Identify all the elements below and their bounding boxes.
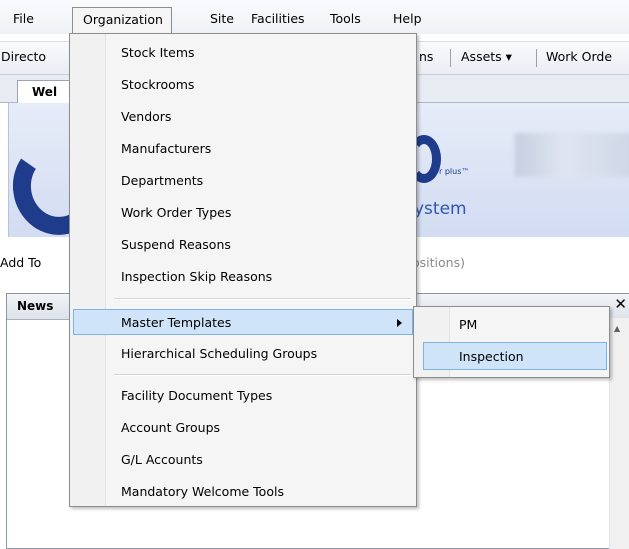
positions-hint: ositions) — [412, 255, 465, 270]
menu-item-stockrooms[interactable]: Stockrooms — [70, 72, 416, 98]
menu-item-suspend-reasons[interactable]: Suspend Reasons — [70, 232, 416, 258]
news-scrollbar[interactable]: ▲ — [609, 318, 629, 549]
menu-item-departments[interactable]: Departments — [70, 168, 416, 194]
menu-item-manufacturers[interactable]: Manufacturers — [70, 136, 416, 162]
menu-item-facility-document-types[interactable]: Facility Document Types — [70, 383, 416, 409]
menu-item-master-templates[interactable]: Master Templates — [73, 309, 413, 335]
menu-item-work-order-types[interactable]: Work Order Types — [70, 200, 416, 226]
blurred-region — [515, 133, 629, 177]
menu-item-label: Account Groups — [121, 420, 221, 435]
menu-item-label: Departments — [121, 173, 204, 188]
logo-system-text: ystem — [414, 199, 467, 219]
close-icon[interactable]: ✕ — [614, 295, 627, 313]
add-tools-link[interactable]: Add To — [0, 255, 41, 270]
master-templates-submenu: PM Inspection — [413, 306, 610, 378]
scroll-up-icon[interactable]: ▲ — [614, 324, 620, 333]
menu-tools[interactable]: Tools — [330, 10, 361, 28]
toolbar-separator — [536, 49, 537, 67]
logo-rplus: r plus™ — [439, 167, 470, 176]
menu-item-label: Manufacturers — [121, 141, 212, 156]
menu-item-label: Facility Document Types — [121, 388, 273, 403]
menu-item-hierarchical-scheduling-groups[interactable]: Hierarchical Scheduling Groups — [70, 341, 416, 367]
toolbar-separator — [450, 49, 451, 67]
news-panel-title: News — [17, 299, 54, 313]
menu-item-inspection-skip-reasons[interactable]: Inspection Skip Reasons — [70, 264, 416, 290]
menu-file[interactable]: File — [13, 10, 34, 28]
toolbar-assets[interactable]: Assets ▾ — [461, 49, 512, 64]
menu-separator — [114, 374, 411, 376]
menu-item-label: Master Templates — [121, 315, 232, 330]
menu-item-vendors[interactable]: Vendors — [70, 104, 416, 130]
menu-item-mandatory-welcome-tools[interactable]: Mandatory Welcome Tools — [70, 479, 416, 505]
toolbar-ns[interactable]: ns — [419, 49, 433, 64]
menu-item-account-groups[interactable]: Account Groups — [70, 415, 416, 441]
menu-item-label: PM — [459, 317, 478, 332]
menu-item-label: Suspend Reasons — [121, 237, 231, 252]
menu-separator — [114, 298, 411, 300]
organization-menu: Stock Items Stockrooms Vendors Manufactu… — [69, 33, 417, 507]
menu-item-stock-items[interactable]: Stock Items — [70, 40, 416, 66]
submenu-item-inspection[interactable]: Inspection — [423, 342, 607, 370]
toolbar-work-orders[interactable]: Work Orde — [546, 49, 612, 64]
menu-item-label: G/L Accounts — [121, 452, 203, 467]
menu-item-label: Inspection Skip Reasons — [121, 269, 273, 284]
menu-item-gl-accounts[interactable]: G/L Accounts — [70, 447, 416, 473]
menu-item-label: Work Order Types — [121, 205, 232, 220]
menu-site[interactable]: Site — [210, 10, 234, 28]
menu-bar: File Organization Site Facilities Tools … — [0, 0, 629, 34]
menu-item-label: Mandatory Welcome Tools — [121, 484, 284, 499]
menu-item-label: Vendors — [121, 109, 172, 124]
add-tools-row: Add To ositions) — [0, 255, 465, 270]
submenu-item-pm[interactable]: PM — [414, 311, 609, 339]
toolbar-directory[interactable]: Directo — [1, 49, 46, 64]
menu-organization[interactable]: Organization — [72, 7, 172, 34]
submenu-arrow-icon — [397, 319, 402, 327]
menu-facilities[interactable]: Facilities — [251, 10, 305, 28]
menu-item-label: Inspection — [459, 349, 524, 364]
menu-help[interactable]: Help — [393, 10, 422, 28]
menu-item-label: Stock Items — [121, 45, 195, 60]
menu-item-label: Hierarchical Scheduling Groups — [121, 346, 318, 361]
menu-item-label: Stockrooms — [121, 77, 195, 92]
